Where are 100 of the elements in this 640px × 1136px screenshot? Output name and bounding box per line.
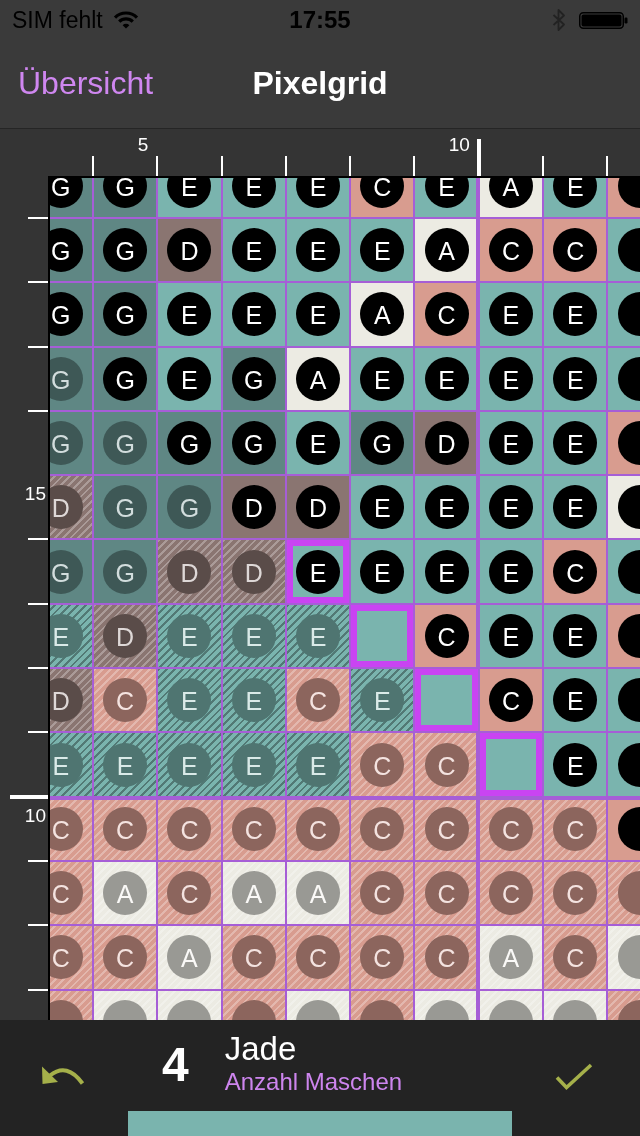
grid-cell[interactable]: C xyxy=(351,178,414,217)
grid-cell[interactable]: E xyxy=(479,604,543,668)
grid-cell[interactable]: C xyxy=(544,861,607,925)
grid-cell[interactable]: C xyxy=(94,926,157,989)
grid-cell[interactable] xyxy=(415,669,478,732)
grid-cell[interactable]: C xyxy=(158,861,221,925)
grid-cell[interactable]: E xyxy=(286,411,350,475)
grid-cell[interactable]: C xyxy=(222,797,285,860)
grid-cell[interactable]: C xyxy=(94,797,157,860)
grid-cell[interactable]: G xyxy=(50,540,92,603)
grid-cell[interactable]: E xyxy=(544,604,607,668)
grid-cell[interactable]: G xyxy=(50,347,92,410)
grid-cell[interactable]: C xyxy=(479,861,543,925)
grid-cell[interactable]: C xyxy=(351,733,414,796)
grid-cell[interactable]: C xyxy=(544,540,607,603)
grid-cell[interactable]: C xyxy=(544,219,607,282)
grid-cell[interactable]: G xyxy=(50,411,92,475)
grid-cell[interactable]: E xyxy=(351,347,414,410)
grid-cell[interactable]: E xyxy=(415,540,478,603)
grid-cell[interactable]: D xyxy=(50,476,92,539)
grid-cell[interactable]: A xyxy=(415,219,478,282)
grid-cell[interactable]: C xyxy=(286,797,350,860)
grid-cell[interactable]: G xyxy=(222,347,285,410)
grid-cell[interactable]: A xyxy=(351,283,414,346)
grid-cell[interactable]: E xyxy=(50,733,92,796)
grid-cell[interactable]: C xyxy=(415,926,478,989)
grid-cell[interactable] xyxy=(479,733,543,796)
grid-cell[interactable]: D xyxy=(415,411,478,475)
grid-cell[interactable]: C xyxy=(351,861,414,925)
grid-cell[interactable]: E xyxy=(544,347,607,410)
grid-cell[interactable]: G xyxy=(158,476,221,539)
grid-cell[interactable]: E xyxy=(479,476,543,539)
grid-cell[interactable]: E xyxy=(351,476,414,539)
grid-cell[interactable]: C xyxy=(351,797,414,860)
grid-cell[interactable]: C xyxy=(286,926,350,989)
grid-cell[interactable]: D xyxy=(158,540,221,603)
grid-cell[interactable]: E xyxy=(158,178,221,217)
grid-cell[interactable]: E xyxy=(544,476,607,539)
grid-cell[interactable]: G xyxy=(94,178,157,217)
grid-cell[interactable]: E xyxy=(158,604,221,668)
grid-cell[interactable]: G xyxy=(50,178,92,217)
grid-cell[interactable]: C xyxy=(50,926,92,989)
grid-cell[interactable]: G xyxy=(94,476,157,539)
grid-cell[interactable]: C xyxy=(479,219,543,282)
grid-cell[interactable]: G xyxy=(94,540,157,603)
grid-cell[interactable]: E xyxy=(94,733,157,796)
grid-cell[interactable]: E xyxy=(544,178,607,217)
grid-cell[interactable]: E xyxy=(415,476,478,539)
grid-cell[interactable]: E xyxy=(222,178,285,217)
grid-cell[interactable]: E xyxy=(544,411,607,475)
grid-cell[interactable]: D xyxy=(94,604,157,668)
grid-cell[interactable]: E xyxy=(479,540,543,603)
grid-cell[interactable]: C xyxy=(415,797,478,860)
grid-cell[interactable]: E xyxy=(222,733,285,796)
grid-cell[interactable]: C xyxy=(94,669,157,732)
grid-cell[interactable]: E xyxy=(479,283,543,346)
grid-cell[interactable] xyxy=(351,604,414,668)
grid-cell[interactable]: E xyxy=(286,283,350,346)
grid-cell[interactable]: E xyxy=(544,669,607,732)
grid-cell[interactable]: C xyxy=(351,926,414,989)
grid-cell[interactable]: E xyxy=(286,604,350,668)
grid-cell[interactable]: C xyxy=(415,733,478,796)
grid-cell[interactable]: C xyxy=(50,861,92,925)
grid-cell[interactable]: E xyxy=(158,669,221,732)
grid-cell[interactable]: E xyxy=(286,733,350,796)
grid-cell[interactable]: D xyxy=(222,540,285,603)
grid-cell[interactable]: E xyxy=(544,733,607,796)
grid-cell[interactable]: C xyxy=(415,283,478,346)
grid-cell[interactable]: A xyxy=(286,347,350,410)
grid-cell[interactable]: E xyxy=(158,283,221,346)
grid-cell[interactable]: G xyxy=(94,283,157,346)
grid-cell[interactable]: E xyxy=(158,347,221,410)
grid-cell[interactable]: C xyxy=(286,669,350,732)
grid-cell[interactable]: C xyxy=(158,797,221,860)
grid-cell[interactable]: E xyxy=(544,283,607,346)
grid-cell[interactable]: E xyxy=(415,178,478,217)
grid-cell[interactable]: G xyxy=(94,411,157,475)
grid-cell[interactable]: C xyxy=(544,797,607,860)
grid-cell[interactable]: G xyxy=(351,411,414,475)
grid-cell[interactable]: E xyxy=(479,347,543,410)
grid-cell[interactable]: E xyxy=(479,411,543,475)
grid-cell[interactable]: G xyxy=(222,411,285,475)
grid-cell[interactable]: E xyxy=(222,604,285,668)
grid-cell[interactable]: E xyxy=(286,219,350,282)
grid-cell[interactable]: E xyxy=(222,283,285,346)
grid-cell[interactable]: E xyxy=(351,219,414,282)
grid-cell[interactable]: E xyxy=(351,669,414,732)
grid-cell[interactable]: A xyxy=(479,178,543,217)
grid-cell[interactable]: G xyxy=(50,283,92,346)
grid-cell[interactable]: E xyxy=(415,347,478,410)
grid-cell[interactable]: C xyxy=(544,926,607,989)
grid-cell[interactable]: C xyxy=(415,604,478,668)
confirm-button[interactable] xyxy=(555,1063,593,1091)
grid-cell[interactable]: G xyxy=(94,347,157,410)
grid-cell[interactable]: D xyxy=(222,476,285,539)
grid-cell[interactable]: E xyxy=(158,733,221,796)
grid-cell[interactable]: D xyxy=(158,219,221,282)
grid-cell[interactable]: E xyxy=(50,604,92,668)
grid-cell[interactable]: G xyxy=(94,219,157,282)
grid-cell[interactable]: D xyxy=(286,476,350,539)
